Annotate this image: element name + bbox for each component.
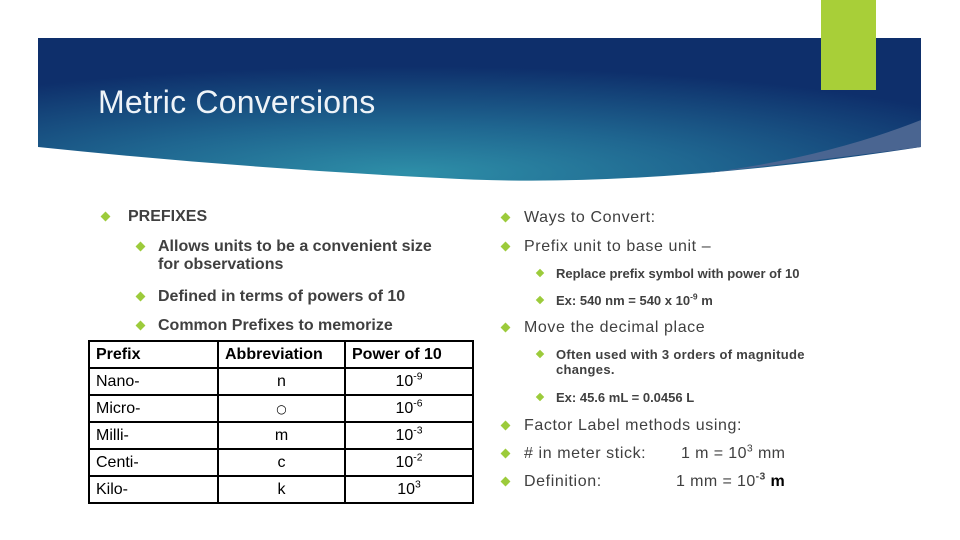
cell-power: 103 <box>344 475 474 504</box>
example-2: Ex: 45.6 mL = 0.0456 L <box>556 390 695 405</box>
bullet-icon <box>535 349 545 359</box>
often-used-line2: changes. <box>556 362 615 377</box>
bullet-icon <box>500 420 511 431</box>
bullet-icon <box>500 322 511 333</box>
example-1: Ex: 540 nm = 540 x 10-9 m <box>556 291 713 308</box>
bullet-icon <box>500 448 511 459</box>
factor-label: Factor Label methods using: <box>524 417 743 434</box>
power-base: 10 <box>395 453 414 471</box>
definition-unit: m <box>765 473 786 490</box>
power-base: 10 <box>395 372 414 390</box>
cell-abbr: n <box>217 367 346 396</box>
bullet-icon <box>500 241 511 252</box>
cell-prefix: Kilo- <box>88 475 219 504</box>
left-item-1: Allows units to be a convenient size for… <box>158 238 432 274</box>
prefixes-heading: PREFIXES <box>128 208 208 225</box>
bullet-icon <box>500 212 511 223</box>
header-abbreviation: Abbreviation <box>217 340 346 369</box>
cell-prefix: Nano- <box>88 367 219 396</box>
move-decimal: Move the decimal place <box>524 319 706 336</box>
bullet-icon <box>535 392 545 402</box>
table-row: Centi- c 10-2 <box>88 448 474 477</box>
table-header-row: Prefix Abbreviation Power of 10 <box>88 340 474 369</box>
power-base: 10 <box>397 480 415 498</box>
table-row: Kilo- k 103 <box>88 475 474 504</box>
left-item-3: Common Prefixes to memorize <box>158 317 393 334</box>
bullet-icon <box>135 241 146 252</box>
accent-bar <box>821 0 876 90</box>
table-row: Nano- n 10-9 <box>88 367 474 396</box>
power-exponent: -9 <box>413 371 423 383</box>
replace-prefix: Replace prefix symbol with power of 10 <box>556 266 800 281</box>
bullet-icon <box>135 291 146 302</box>
cell-abbr: m <box>217 421 346 450</box>
cell-power: 10-3 <box>344 421 474 450</box>
example-1-unit: m <box>697 293 713 308</box>
power-exponent: 3 <box>415 479 421 491</box>
definition-exponent: -3 <box>755 471 766 483</box>
bullet-icon <box>500 476 511 487</box>
left-item-1-line2: for observations <box>158 256 284 273</box>
definition-label: Definition: <box>524 473 602 490</box>
cell-power: 10-9 <box>344 367 474 396</box>
cell-prefix: Centi- <box>88 448 219 477</box>
example-1-exponent: -9 <box>690 291 698 302</box>
cell-abbr: c <box>217 448 346 477</box>
cell-power: 10-2 <box>344 448 474 477</box>
meter-stick-value: 1 m = 103 mm <box>681 444 786 463</box>
header-power: Power of 10 <box>344 340 474 369</box>
cell-abbr: k <box>217 475 346 504</box>
cell-prefix: Milli- <box>88 421 219 450</box>
bullet-icon <box>100 211 111 222</box>
cell-power: 10-6 <box>344 394 474 423</box>
bullet-icon <box>535 268 545 278</box>
left-item-2: Defined in terms of powers of 10 <box>158 288 406 305</box>
header-prefix: Prefix <box>88 340 219 369</box>
definition-text: 1 mm = 10 <box>676 473 756 490</box>
power-base: 10 <box>395 426 414 444</box>
meter-stick-label: # in meter stick: <box>524 445 647 462</box>
bullet-icon <box>135 320 146 331</box>
prefix-table: Prefix Abbreviation Power of 10 Nano- n … <box>88 340 474 504</box>
definition-value: 1 mm = 10-3 m <box>676 471 786 491</box>
cell-prefix: Micro- <box>88 394 219 423</box>
cell-abbr: ○ <box>217 394 346 423</box>
power-exponent: -3 <box>413 425 423 437</box>
meter-stick-unit: mm <box>753 445 786 462</box>
table-row: Micro- ○ 10-6 <box>88 394 474 423</box>
left-item-1-line1: Allows units to be a convenient size <box>158 238 432 255</box>
prefix-to-base: Prefix unit to base unit – <box>524 238 712 255</box>
power-base: 10 <box>395 399 414 417</box>
slide-title: Metric Conversions <box>98 84 376 120</box>
power-exponent: -2 <box>413 452 423 464</box>
meter-stick-text: 1 m = 10 <box>681 445 747 462</box>
bullet-icon <box>535 295 545 305</box>
ways-to-convert: Ways to Convert: <box>524 209 656 226</box>
often-used-line1: Often used with 3 orders of magnitude <box>556 347 805 362</box>
example-1-text: Ex: 540 nm = 540 x 10 <box>556 293 691 308</box>
table-row: Milli- m 10-3 <box>88 421 474 450</box>
power-exponent: -6 <box>413 398 423 410</box>
often-used: Often used with 3 orders of magnitude ch… <box>556 347 805 377</box>
